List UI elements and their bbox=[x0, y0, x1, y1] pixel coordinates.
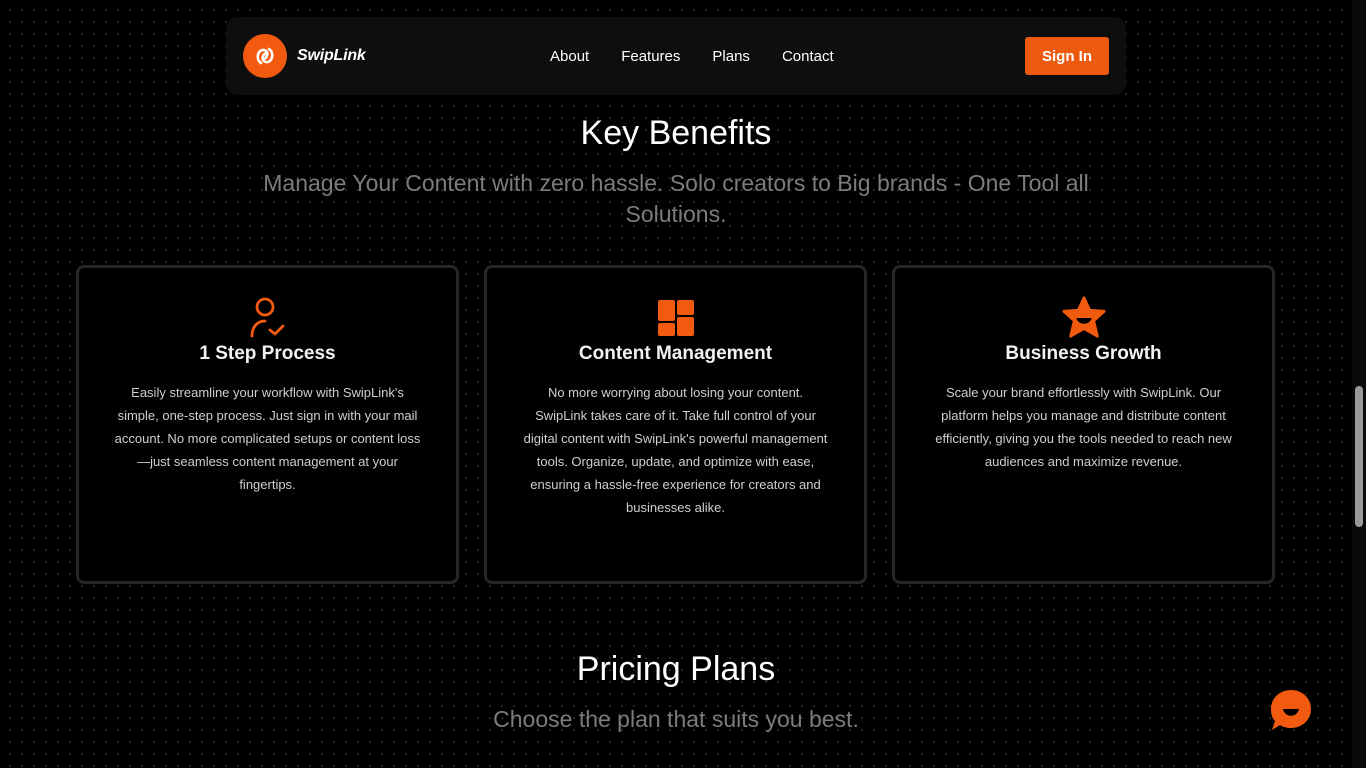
benefits-title: Key Benefits bbox=[580, 114, 772, 152]
scrollbar-thumb[interactable] bbox=[1355, 386, 1363, 527]
card-description: Scale your brand effortlessly with SwipL… bbox=[935, 385, 1232, 469]
dashboard-tiles-icon bbox=[654, 296, 698, 340]
user-check-icon bbox=[246, 296, 290, 340]
pricing-subtitle: Choose the plan that suits you best. bbox=[493, 706, 859, 732]
card-title: 1 Step Process bbox=[199, 343, 336, 364]
pricing-title: Pricing Plans bbox=[576, 650, 776, 688]
brand-name: SwipLink bbox=[297, 47, 366, 64]
chat-widget-button[interactable] bbox=[1270, 689, 1312, 731]
swiplink-logo-icon bbox=[243, 34, 287, 78]
benefit-cards: 1 Step Process Easily streamline your wo… bbox=[76, 265, 1275, 584]
card-title: Business Growth bbox=[1005, 343, 1162, 364]
card-title: Content Management bbox=[578, 343, 773, 364]
card-description: No more worrying about losing your conte… bbox=[523, 385, 828, 515]
chat-smile-icon bbox=[1271, 690, 1311, 730]
star-smile-icon bbox=[1061, 296, 1106, 340]
page-scrollbar[interactable] bbox=[1352, 0, 1366, 768]
benefit-card-step-process: 1 Step Process Easily streamline your wo… bbox=[76, 265, 459, 584]
nav-link-contact[interactable]: Contact bbox=[782, 48, 834, 65]
benefit-card-business-growth: Business Growth Scale your brand effortl… bbox=[892, 265, 1275, 584]
sign-in-button[interactable]: Sign In bbox=[1025, 37, 1109, 75]
benefit-card-content-management: Content Management No more worrying abou… bbox=[484, 265, 867, 584]
card-description: Easily streamline your workflow with Swi… bbox=[114, 385, 421, 492]
benefits-subtitle: Manage Your Content with zero hassle. So… bbox=[263, 170, 1089, 227]
nav-links: About Features Plans Contact bbox=[550, 17, 866, 95]
nav-link-features[interactable]: Features bbox=[621, 48, 680, 65]
nav-link-about[interactable]: About bbox=[550, 48, 589, 65]
brand-logo[interactable]: SwipLink bbox=[243, 34, 366, 78]
nav-link-plans[interactable]: Plans bbox=[712, 48, 750, 65]
navbar: SwipLink About Features Plans Contact Si… bbox=[226, 17, 1126, 95]
